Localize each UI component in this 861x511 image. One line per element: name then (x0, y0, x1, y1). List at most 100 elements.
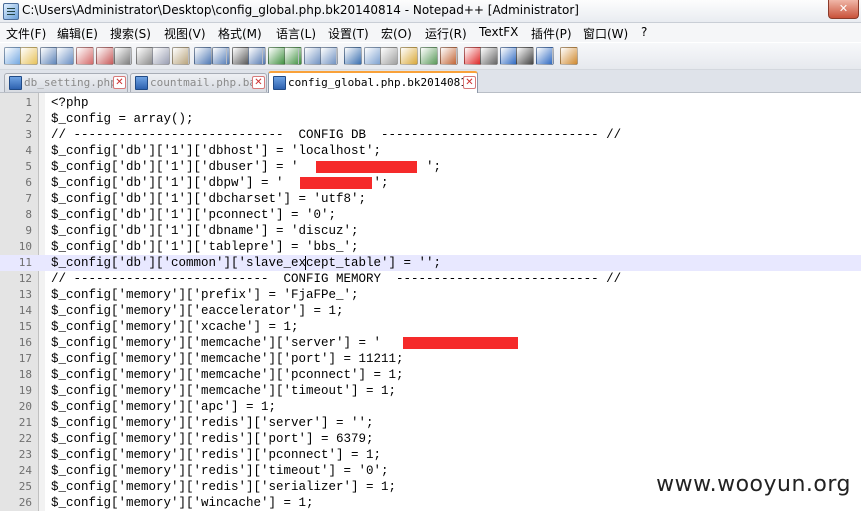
line-number: 14 (18, 304, 32, 317)
code-line[interactable]: 26 $_config['memory']['wincache'] = 1; (0, 495, 861, 511)
toolbar-separator (188, 48, 189, 64)
tab-bar: db_setting.php ✕ countmail.php.bak ✕ config_… (0, 70, 861, 94)
code-text: $_config['db']['1']['pconnect'] = '0'; (51, 208, 337, 222)
code-line[interactable]: 11 $_config['db']['common']['slave_except… (0, 255, 861, 271)
editor-area[interactable]: 1 <?php 2 $_config = array(); 3 // ----------… (0, 93, 861, 511)
tab-label: config_global.php.bk20140814 (288, 76, 474, 89)
redo-icon[interactable] (212, 47, 230, 65)
line-number: 22 (18, 432, 32, 445)
file-saved-icon (135, 76, 148, 90)
code-line[interactable]: 1 <?php (0, 95, 861, 111)
code-line[interactable]: 17 $_config['memory']['memcache']['port']… (0, 351, 861, 367)
code-line[interactable]: 13 $_config['memory']['prefix'] = 'FjaFPe… (0, 287, 861, 303)
code-line[interactable]: 22 $_config['memory']['redis']['port'] = … (0, 431, 861, 447)
line-number: 26 (18, 496, 32, 509)
undo-icon[interactable] (194, 47, 212, 65)
code-text: $_config['memory']['redis']['pconnect'] … (51, 448, 382, 462)
menu-item-4[interactable]: 格式(M) (218, 25, 262, 42)
line-number: 24 (18, 464, 32, 477)
code-text: $_config = array(); (51, 112, 194, 126)
menu-item-10[interactable]: 插件(P) (531, 25, 572, 42)
code-line[interactable]: 14 $_config['memory']['eaccelerator'] = 1… (0, 303, 861, 319)
code-line[interactable]: 2 $_config = array(); (0, 111, 861, 127)
menu-item-7[interactable]: 宏(O) (381, 25, 412, 42)
menu-item-5[interactable]: 语言(L) (276, 25, 316, 42)
word-wrap-icon[interactable] (344, 47, 362, 65)
toolbar-separator (226, 48, 227, 64)
code-text: $_config['db']['common']['slave_except_t… (51, 256, 442, 270)
code-line[interactable]: 21 $_config['memory']['redis']['server'] … (0, 415, 861, 431)
run-macro-multiple-icon[interactable] (516, 47, 534, 65)
code-line[interactable]: 23 $_config['memory']['redis']['pconnect'… (0, 447, 861, 463)
spell-check-icon[interactable] (560, 47, 578, 65)
line-number: 6 (25, 176, 32, 189)
code-text: <?php (51, 96, 89, 110)
indent-guide-icon[interactable] (380, 47, 398, 65)
line-number: 7 (25, 192, 32, 205)
stop-macro-icon[interactable] (480, 47, 498, 65)
code-line[interactable]: 9 $_config['db']['1']['dbname'] = 'discuz… (0, 223, 861, 239)
code-line[interactable]: 18 $_config['memory']['memcache']['pconne… (0, 367, 861, 383)
code-text: $_config['db']['1']['dbhost'] = 'localho… (51, 144, 382, 158)
code-line[interactable]: 4 $_config['db']['1']['dbhost'] = 'localh… (0, 143, 861, 159)
line-number: 25 (18, 480, 32, 493)
code-text: $_config['memory']['memcache']['port'] =… (51, 352, 404, 366)
code-text: $_config['memory']['memcache']['pconnect… (51, 368, 404, 382)
code-line[interactable]: 6 $_config['db']['1']['dbpw'] = ' '; (0, 175, 861, 191)
menu-item-8[interactable]: 运行(R) (425, 25, 467, 42)
code-text: $_config['memory']['wincache'] = 1; (51, 496, 314, 510)
menu-item-2[interactable]: 搜索(S) (110, 25, 151, 42)
code-line[interactable]: 3 // ---------------------------- CONFIG … (0, 127, 861, 143)
close-icon[interactable] (76, 47, 94, 65)
code-text: // ---------------------------- CONFIG D… (51, 128, 622, 142)
redaction-mark (300, 177, 372, 189)
zoom-out-icon[interactable] (284, 47, 302, 65)
menu-item-9[interactable]: TextFX (479, 25, 518, 39)
open-file-icon[interactable] (20, 47, 38, 65)
code-text: $_config['memory']['redis']['timeout'] =… (51, 464, 389, 478)
tab-2[interactable]: config_global.php.bk20140814 ✕ (268, 71, 478, 94)
tab-label: countmail.php.bak (150, 76, 263, 89)
code-line[interactable]: 20 $_config['memory']['apc'] = 1; (0, 399, 861, 415)
code-line[interactable]: 15 $_config['memory']['xcache'] = 1; (0, 319, 861, 335)
code-text: $_config['memory']['eaccelerator'] = 1; (51, 304, 344, 318)
tab-1[interactable]: countmail.php.bak ✕ (130, 73, 267, 92)
menu-item-0[interactable]: 文件(F) (6, 25, 46, 42)
code-text: $_config['db']['1']['dbcharset'] = 'utf8… (51, 192, 367, 206)
code-line[interactable]: 5 $_config['db']['1']['dbuser'] = ' '; (0, 159, 861, 175)
tab-0[interactable]: db_setting.php ✕ (4, 73, 128, 92)
window-close-button[interactable]: ✕ (828, 0, 859, 19)
code-line[interactable]: 12 // -------------------------- CONFIG M… (0, 271, 861, 287)
close-all-icon[interactable] (96, 47, 114, 65)
menu-item-3[interactable]: 视图(V) (164, 25, 206, 42)
line-number: 18 (18, 368, 32, 381)
code-line[interactable]: 7 $_config['db']['1']['dbcharset'] = 'utf… (0, 191, 861, 207)
save-all-icon[interactable] (56, 47, 74, 65)
line-number: 1 (25, 96, 32, 109)
code-text: $_config['db']['1']['tablepre'] = 'bbs_'… (51, 240, 359, 254)
copy-icon[interactable] (152, 47, 170, 65)
menu-item-1[interactable]: 编辑(E) (57, 25, 98, 42)
line-number: 11 (18, 256, 32, 269)
doc-map-icon[interactable] (420, 47, 438, 65)
tab-close-icon[interactable]: ✕ (252, 76, 265, 89)
folder-icon[interactable] (400, 47, 418, 65)
tab-close-icon[interactable]: ✕ (463, 76, 476, 89)
replace-icon[interactable] (248, 47, 266, 65)
line-number: 20 (18, 400, 32, 413)
menu-item-12[interactable]: ? (641, 25, 647, 39)
text-caret (305, 256, 306, 270)
title-bar: C:\Users\Administrator\Desktop\config_gl… (0, 0, 861, 23)
code-line[interactable]: 19 $_config['memory']['memcache']['timeou… (0, 383, 861, 399)
line-number: 16 (18, 336, 32, 349)
tab-close-icon[interactable]: ✕ (113, 76, 126, 89)
menu-item-11[interactable]: 窗口(W) (583, 25, 628, 42)
notepad-plus-plus-icon (3, 3, 19, 20)
menu-item-6[interactable]: 设置(T) (328, 25, 369, 42)
code-line[interactable]: 10 $_config['db']['1']['tablepre'] = 'bbs… (0, 239, 861, 255)
toolbar-separator (130, 48, 131, 64)
code-line[interactable]: 8 $_config['db']['1']['pconnect'] = '0'; (0, 207, 861, 223)
code-text: $_config['memory']['memcache']['server']… (51, 336, 382, 350)
code-text: // -------------------------- CONFIG MEM… (51, 272, 622, 286)
toolbar (0, 43, 861, 70)
